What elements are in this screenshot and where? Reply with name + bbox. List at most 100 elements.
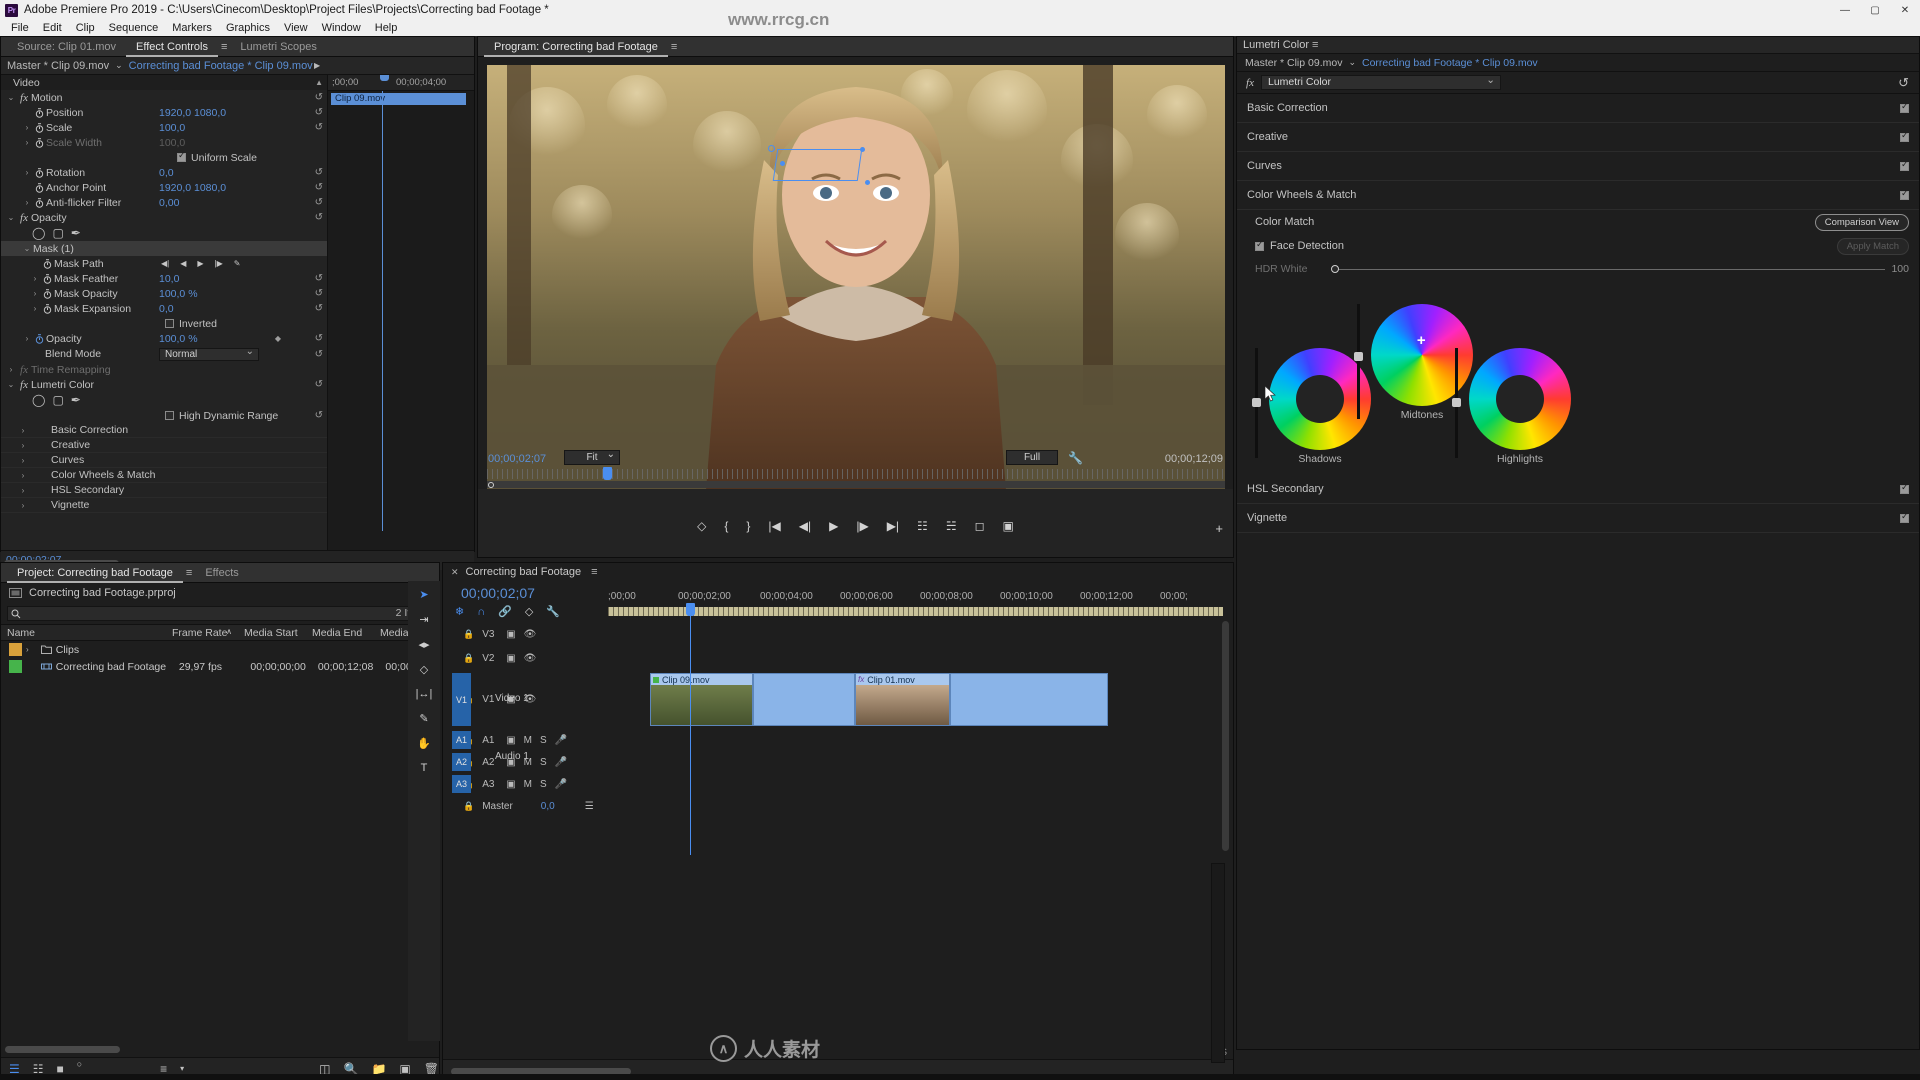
mark-out-icon[interactable]: }: [746, 519, 750, 533]
ec-reset-icon[interactable]: ↺: [315, 182, 323, 193]
menu-help[interactable]: Help: [368, 20, 405, 36]
mask-nav-4-icon[interactable]: ✎: [234, 259, 241, 268]
play-icon[interactable]: ▶: [829, 519, 838, 533]
twirl-icon[interactable]: ›: [17, 441, 29, 450]
timeline-clip-1[interactable]: Clip 09.mov: [650, 673, 753, 726]
ec-row-position[interactable]: Position 1920,0 1080,0 ↺: [1, 105, 327, 120]
ripple-edit-tool-icon[interactable]: ◂▸: [418, 638, 429, 651]
track-target-a2[interactable]: A2: [452, 753, 471, 771]
program-scrollbar-handle[interactable]: [488, 482, 494, 488]
highlights-slider-knob[interactable]: [1452, 398, 1461, 407]
stopwatch-icon[interactable]: [33, 197, 46, 208]
project-row[interactable]: Correcting bad Footage 29,97 fps 00;00;00;…: [1, 658, 439, 675]
twirl-icon[interactable]: ›: [21, 123, 33, 132]
add-marker-icon[interactable]: ◇: [697, 519, 706, 533]
column-name[interactable]: Name: [1, 627, 166, 639]
project-menu-icon[interactable]: ≡: [183, 567, 195, 579]
ec-row-opacity[interactable]: ⌄ fx Opacity ↺: [1, 210, 327, 225]
timeline-track-v3[interactable]: 🔒 V3 ▣ 👁: [443, 625, 1233, 643]
ec-reset-icon[interactable]: ↺: [315, 212, 323, 223]
twirl-icon[interactable]: ›: [17, 471, 29, 480]
track-mute-icon[interactable]: M: [524, 779, 532, 790]
ec-value-1[interactable]: 0,00: [159, 197, 179, 209]
ec-mask-group[interactable]: ⌄ Mask (1): [1, 241, 327, 256]
midtones-slider-track[interactable]: [1357, 304, 1360, 419]
timeline-menu-icon[interactable]: ≡: [588, 566, 600, 578]
inverted-checkbox[interactable]: [165, 319, 174, 328]
project-search-input[interactable]: [7, 605, 415, 621]
timeline-clip-2[interactable]: [753, 673, 855, 726]
project-horizontal-scrollbar[interactable]: [5, 1046, 120, 1053]
tab-project[interactable]: Project: Correcting bad Footage: [7, 563, 183, 583]
lumetri-section-checkbox[interactable]: [1900, 511, 1909, 523]
track-output-toggle-icon[interactable]: ▣: [506, 757, 515, 768]
linked-selection-icon[interactable]: 🔗: [498, 605, 512, 618]
menu-clip[interactable]: Clip: [69, 20, 102, 36]
lumetri-menu-icon[interactable]: ≡: [1309, 39, 1321, 51]
twirl-icon[interactable]: ⌄: [5, 380, 17, 389]
timeline-render-bar[interactable]: [608, 607, 1223, 616]
timeline-clip-3[interactable]: fx Clip 01.mov: [855, 673, 950, 726]
ec-reset-icon[interactable]: ↺: [315, 197, 323, 208]
rect-mask-icon[interactable]: ▢: [52, 226, 63, 240]
ec-row-high-dynamic-range[interactable]: High Dynamic Range ↺: [1, 408, 327, 423]
stopwatch-icon[interactable]: [41, 273, 54, 284]
track-select-tool-icon[interactable]: ⇥: [419, 613, 428, 626]
master-clip-label[interactable]: Master * Clip 09.mov: [7, 60, 109, 72]
lumetri-sequence-clip[interactable]: Correcting bad Footage * Clip 09.mov: [1362, 57, 1538, 69]
lumetri-effect-select[interactable]: Lumetri Color: [1261, 74, 1501, 90]
stopwatch-icon[interactable]: [33, 167, 46, 178]
stopwatch-icon[interactable]: [41, 303, 54, 314]
lumetri-section-basic-correction[interactable]: Basic Correction: [1237, 94, 1919, 123]
keyframe-nav-icon[interactable]: ◆: [275, 334, 281, 343]
timeline-vertical-scrollbar[interactable]: [1222, 621, 1229, 851]
menu-view[interactable]: View: [277, 20, 315, 36]
track-lock-icon[interactable]: 🔒: [463, 653, 474, 664]
menu-sequence[interactable]: Sequence: [102, 20, 166, 36]
stopwatch-icon[interactable]: [33, 182, 46, 193]
pen-mask-icon[interactable]: ✒: [71, 226, 81, 240]
tab-effect-controls[interactable]: Effect Controls: [126, 37, 218, 57]
snap-toggle-icon[interactable]: ∩: [477, 606, 485, 618]
ellipse-mask-icon[interactable]: ◯: [32, 393, 45, 407]
pen-tool-icon[interactable]: ✎: [419, 712, 428, 725]
ec-reset-icon[interactable]: ↺: [315, 92, 323, 103]
export-frame-icon[interactable]: ◻: [975, 519, 985, 533]
menu-window[interactable]: Window: [315, 20, 368, 36]
ec-reset-icon[interactable]: ↺: [315, 410, 323, 421]
ec-row-mask-opacity[interactable]: › Mask Opacity 100,0 % ↺: [1, 286, 327, 301]
ec-lumetri-section-basic-correction[interactable]: › Basic Correction: [1, 423, 327, 438]
twirl-icon[interactable]: ⌄: [5, 93, 17, 102]
twirl-icon[interactable]: ›: [21, 334, 33, 343]
ec-value-1[interactable]: 10,0: [159, 273, 179, 285]
ec-lumetri-section-hsl-secondary[interactable]: › HSL Secondary: [1, 483, 327, 498]
pen-mask-icon[interactable]: ✒: [71, 393, 81, 407]
ec-reset-icon[interactable]: ↺: [315, 273, 323, 284]
track-voiceover-icon[interactable]: 🎤: [555, 779, 567, 790]
twirl-icon[interactable]: ›: [21, 168, 33, 177]
twirl-icon[interactable]: ›: [29, 289, 41, 298]
apply-match-button[interactable]: Apply Match: [1836, 237, 1909, 255]
step-forward-icon[interactable]: |▶: [856, 519, 868, 533]
ec-value-2[interactable]: 1080,0: [194, 182, 226, 194]
menu-graphics[interactable]: Graphics: [219, 20, 277, 36]
track-voiceover-icon[interactable]: 🎤: [555, 757, 567, 768]
track-mute-icon[interactable]: M: [524, 735, 532, 746]
extract-icon[interactable]: ☵: [946, 519, 957, 533]
lumetri-section-hsl-secondary[interactable]: HSL Secondary: [1237, 475, 1919, 504]
shadows-wheel[interactable]: Shadows: [1269, 348, 1371, 465]
ec-reset-icon[interactable]: ↺: [315, 107, 323, 118]
track-solo-icon[interactable]: S: [540, 779, 547, 790]
stopwatch-icon[interactable]: [41, 258, 54, 269]
timeline-settings-wrench-icon[interactable]: 🔧: [546, 605, 560, 618]
ec-value-1[interactable]: 100,0: [159, 137, 185, 149]
program-resolution-select[interactable]: Full: [1006, 450, 1058, 465]
ec-lumetri-section-curves[interactable]: › Curves: [1, 453, 327, 468]
program-timecode[interactable]: 00;00;02;07: [488, 453, 546, 465]
mask-nav-2-icon[interactable]: ▶: [197, 259, 203, 268]
lumetri-master-clip[interactable]: Master * Clip 09.mov: [1245, 57, 1342, 69]
twirl-icon[interactable]: ›: [17, 501, 29, 510]
column-media-start[interactable]: Media Start: [238, 627, 306, 639]
ec-row-mask-path[interactable]: Mask Path ◀| ◀ ▶ |▶ ✎: [1, 256, 327, 271]
timeline-time-ruler[interactable]: ;00;00 00;00;02;00 00;00;04;00 00;00;06;00 0…: [608, 591, 1233, 607]
